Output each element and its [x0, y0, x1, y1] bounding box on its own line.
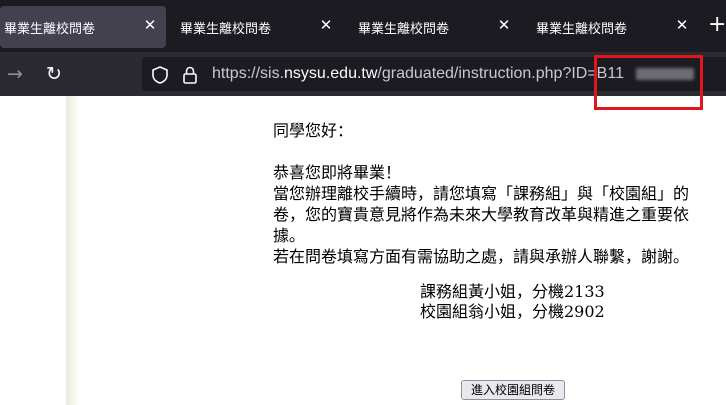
close-icon[interactable]: ✕: [316, 15, 336, 35]
tab-strip: 畢業生離校問卷 ✕ 畢業生離校問卷 ✕ 畢業生離校問卷 ✕ 畢業生離校問卷 ✕ …: [0, 0, 726, 52]
reload-icon[interactable]: ↻: [42, 62, 66, 86]
tab-4[interactable]: 畢業生離校問卷 ✕: [532, 6, 698, 48]
url-text[interactable]: https://sis.nsysu.edu.tw/graduated/instr…: [212, 65, 624, 83]
tab-title: 畢業生離校問卷: [4, 22, 96, 37]
contact-line: 課務組黃小姐，分機2133: [420, 282, 605, 301]
paragraph-line: 當您辦理離校手續時，請您填寫「課務組」與「校園組」的: [273, 184, 690, 203]
url-scheme: https://sis.: [212, 65, 285, 82]
close-icon[interactable]: ✕: [494, 15, 514, 35]
tab-title: 畢業生離校問卷: [536, 22, 628, 37]
tab-title: 畢業生離校問卷: [180, 22, 272, 37]
url-path: /graduated/instruction.php?ID=B11: [377, 65, 624, 82]
contact-info: 課務組黃小姐，分機2133 校園組翁小姐，分機2902: [420, 282, 605, 322]
url-host: nsysu.edu.tw: [284, 65, 378, 82]
tab-2[interactable]: 畢業生離校問卷 ✕: [176, 6, 342, 48]
contact-line: 校園組翁小姐，分機2902: [420, 302, 605, 321]
paragraph-line: 若在問卷填寫方面有需協助之處，請與承辦人聯繫，謝謝。: [273, 247, 690, 266]
instruction-text: 同學您好： 恭喜您即將畢業！ 當您辦理離校手續時，請您填寫「課務組」與「校園組」…: [273, 120, 689, 267]
page-margin-shadow: [66, 96, 80, 405]
shield-icon[interactable]: [150, 65, 170, 85]
tab-1[interactable]: 畢業生離校問卷 ✕: [0, 6, 166, 48]
greeting: 同學您好：: [273, 121, 354, 140]
tab-3[interactable]: 畢業生離校問卷 ✕: [354, 6, 520, 48]
close-icon[interactable]: ✕: [140, 15, 160, 35]
paragraph-line: 恭喜您即將畢業！: [273, 163, 402, 182]
tab-title: 畢業生離校問卷: [358, 22, 450, 37]
paragraph-line: 據。: [273, 226, 306, 245]
close-icon[interactable]: ✕: [672, 15, 692, 35]
plus-icon[interactable]: +: [708, 14, 726, 38]
highlight-annotation: [594, 55, 703, 110]
forward-arrow-icon[interactable]: →: [3, 62, 27, 86]
lock-icon[interactable]: [180, 65, 200, 85]
enter-campus-survey-button[interactable]: 進入校園組問卷: [461, 380, 565, 400]
paragraph-line: 卷，您的寶貴意見將作為未來大學教育改革與精進之重要依: [273, 205, 690, 224]
